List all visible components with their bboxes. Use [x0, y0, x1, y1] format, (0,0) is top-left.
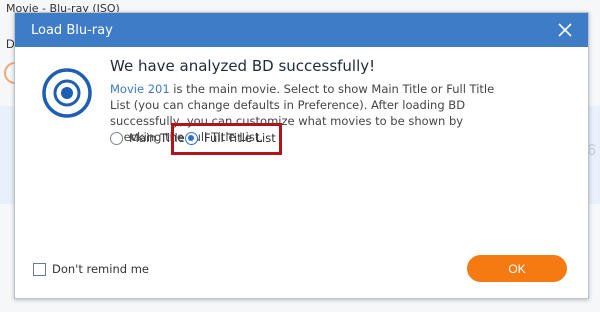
dont-remind-checkbox[interactable] — [33, 262, 46, 276]
analyze-success-headline: We have analyzed BD successfully! — [110, 57, 376, 75]
annotation-highlight-box — [171, 123, 282, 155]
dialog-title: Load Blu-ray — [31, 22, 113, 38]
load-bluray-dialog: Load Blu-ray We have analyzed BD success… — [14, 12, 589, 299]
bluray-disc-icon — [42, 68, 92, 118]
main-title-radio[interactable] — [110, 131, 123, 145]
dont-remind-label: Don't remind me — [52, 262, 149, 276]
close-icon[interactable] — [556, 21, 574, 39]
ok-button[interactable]: OK — [467, 255, 567, 282]
dont-remind-option[interactable]: Don't remind me — [33, 262, 149, 276]
dialog-header: Load Blu-ray — [15, 13, 588, 47]
main-movie-name: Movie 201 — [110, 82, 170, 96]
